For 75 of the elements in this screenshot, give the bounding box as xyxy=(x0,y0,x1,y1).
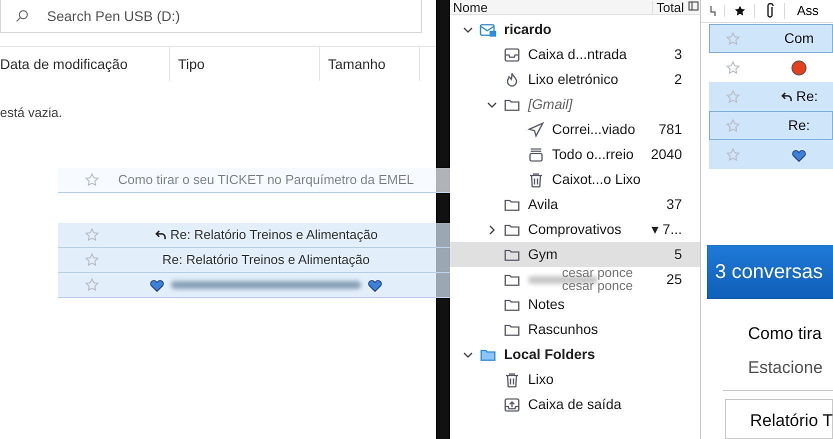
folder-name: Avila xyxy=(528,195,558,214)
message-count: 2040 xyxy=(650,145,682,164)
message-count: 25 xyxy=(666,270,682,289)
inbox-icon xyxy=(503,46,521,64)
dragged-subject: Re: Relatório Treinos e Alimentação xyxy=(162,251,370,270)
message-row[interactable]: Re: xyxy=(709,82,833,111)
message-count: ▾ 7... xyxy=(652,220,682,239)
star-icon[interactable] xyxy=(725,118,741,134)
star-icon[interactable] xyxy=(725,60,741,76)
heart-icon xyxy=(149,278,165,292)
folder-name: [Gmail] xyxy=(528,95,572,114)
message-count: 781 xyxy=(658,120,682,139)
message-count: 2 xyxy=(674,70,682,89)
column-header[interactable]: Ass xyxy=(785,1,819,21)
message-subject: Com xyxy=(784,29,814,48)
reply-arrow-icon xyxy=(780,90,794,104)
star-icon[interactable] xyxy=(732,4,746,18)
folder-row[interactable]: Gym 5 xyxy=(450,242,700,267)
search-icon xyxy=(14,8,30,24)
thread-icon[interactable] xyxy=(708,5,716,17)
dragged-sender: cesar ponce xyxy=(562,266,633,279)
trash-icon xyxy=(527,170,545,188)
empty-folder-message: está vazia. xyxy=(0,105,62,120)
message-row[interactable]: Com xyxy=(709,24,833,53)
blurred-folder-name xyxy=(528,276,598,284)
paperclip-icon[interactable] xyxy=(764,3,774,19)
conversation-preview: Estacione xyxy=(748,356,824,378)
heart-icon xyxy=(791,148,807,162)
archive-tray-icon xyxy=(527,146,545,164)
conversation-subject: Como tira xyxy=(748,323,823,345)
column-header[interactable]: Tipo xyxy=(178,54,205,74)
message-row[interactable]: Re: xyxy=(709,111,833,140)
dragged-sender: cesar ponce xyxy=(562,279,633,292)
folder-name: Correi...viado xyxy=(552,120,636,139)
column-header[interactable]: Tamanho xyxy=(328,54,386,74)
folder-name: Lixo xyxy=(528,370,554,389)
folder-name: Rascunhos xyxy=(528,320,598,339)
heart-icon xyxy=(367,278,383,292)
folder-name: ricardo xyxy=(504,20,552,39)
column-header[interactable]: Data de modificação xyxy=(0,54,128,74)
star-icon[interactable] xyxy=(84,227,100,243)
star-icon[interactable] xyxy=(725,88,741,104)
star-icon[interactable] xyxy=(725,146,741,162)
column-header[interactable]: Nome xyxy=(450,0,652,14)
folder-name: Local Folders xyxy=(504,345,596,364)
folder-name: Todo o...rreio xyxy=(552,145,634,164)
message-count: 5 xyxy=(674,245,682,264)
reply-arrow-icon xyxy=(154,228,168,242)
search-field[interactable]: Search Pen USB (D:) xyxy=(0,0,422,33)
outbox-icon xyxy=(503,396,521,414)
column-header[interactable]: Total xyxy=(652,0,688,14)
folder-name: Caixa de saída xyxy=(528,395,622,414)
folder-name: Caixa d...ntrada xyxy=(528,45,627,64)
dragged-subject: Como tirar o seu TICKET no Parquímetro da EMEL xyxy=(118,171,414,190)
star-icon[interactable] xyxy=(725,30,741,46)
message-subject: Re: xyxy=(796,87,818,106)
folder-name: Lixo eletrónico xyxy=(528,70,618,89)
folder-name: Caixot...o Lixo xyxy=(552,170,641,189)
dragged-subject: Re: Relatório Treinos e Alimentação xyxy=(170,226,378,244)
star-icon[interactable] xyxy=(84,172,100,188)
trash-icon xyxy=(503,370,521,388)
message-count: 37 xyxy=(666,195,682,214)
folder-name: Gym xyxy=(528,245,558,264)
message-subject: Re: xyxy=(788,116,810,135)
message-row[interactable] xyxy=(709,140,833,169)
conversation-card[interactable]: Relatório T xyxy=(725,399,833,439)
star-icon[interactable] xyxy=(84,252,100,268)
paper-plane-icon xyxy=(527,120,545,138)
column-picker-icon[interactable] xyxy=(688,1,700,13)
star-icon[interactable] xyxy=(84,277,100,293)
folder-name: Notes xyxy=(528,295,565,314)
folder-name: Comprovativos xyxy=(528,220,622,239)
summary-title: 3 conversas xyxy=(715,260,823,285)
message-count: 3 xyxy=(674,45,682,64)
card-title: Relatório T xyxy=(750,411,833,430)
